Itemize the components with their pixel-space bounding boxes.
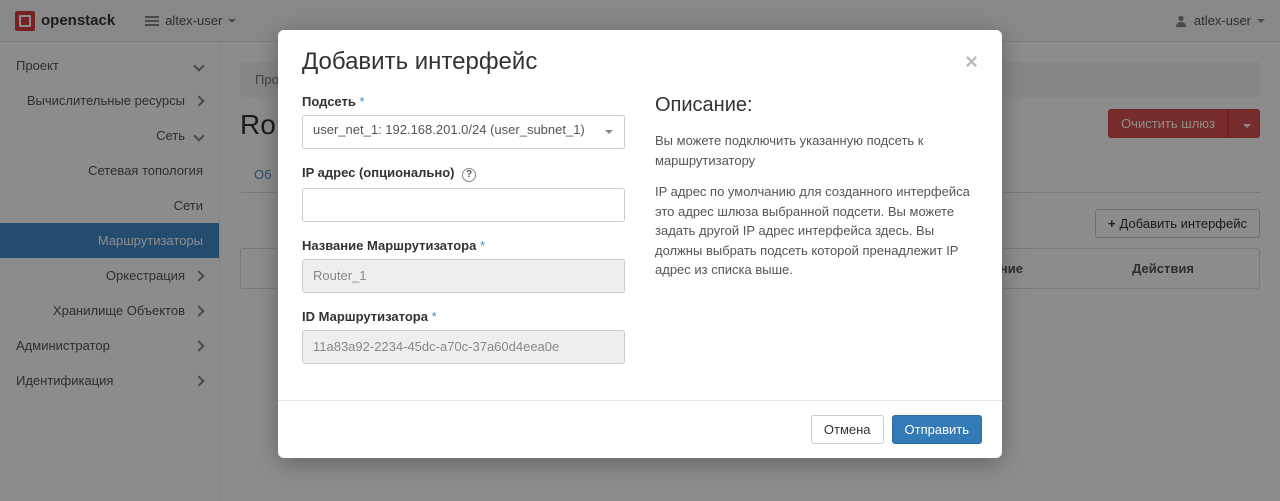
subnet-label: Подсеть * bbox=[302, 94, 625, 109]
modal-backdrop: Добавить интерфейс × Подсеть * user_net_… bbox=[0, 0, 1280, 501]
ip-label: IP адрес (опционально) ? bbox=[302, 165, 625, 182]
modal-title: Добавить интерфейс bbox=[302, 48, 537, 76]
submit-button[interactable]: Отправить bbox=[892, 415, 982, 444]
description-title: Описание: bbox=[655, 94, 978, 117]
modal-description: Описание: Вы можете подключить указанную… bbox=[655, 94, 978, 380]
subnet-select[interactable]: user_net_1: 192.168.201.0/24 (user_subne… bbox=[302, 115, 625, 149]
subnet-value: user_net_1: 192.168.201.0/24 (user_subne… bbox=[302, 115, 625, 149]
help-icon[interactable]: ? bbox=[462, 168, 476, 182]
router-name-input bbox=[302, 259, 625, 293]
add-interface-modal: Добавить интерфейс × Подсеть * user_net_… bbox=[278, 30, 1002, 458]
router-name-label: Название Маршрутизатора * bbox=[302, 238, 625, 253]
modal-form: Подсеть * user_net_1: 192.168.201.0/24 (… bbox=[302, 94, 625, 380]
description-paragraph: IP адрес по умолчанию для созданного инт… bbox=[655, 182, 978, 280]
description-paragraph: Вы можете подключить указанную подсеть к… bbox=[655, 131, 978, 170]
modal-header: Добавить интерфейс × bbox=[278, 30, 1002, 90]
router-id-label: ID Маршрутизатора * bbox=[302, 309, 625, 324]
modal-footer: Отмена Отправить bbox=[278, 400, 1002, 458]
cancel-button[interactable]: Отмена bbox=[811, 415, 884, 444]
ip-input[interactable] bbox=[302, 188, 625, 222]
router-id-input bbox=[302, 330, 625, 364]
close-icon[interactable]: × bbox=[965, 49, 978, 75]
chevron-down-icon bbox=[605, 130, 613, 134]
